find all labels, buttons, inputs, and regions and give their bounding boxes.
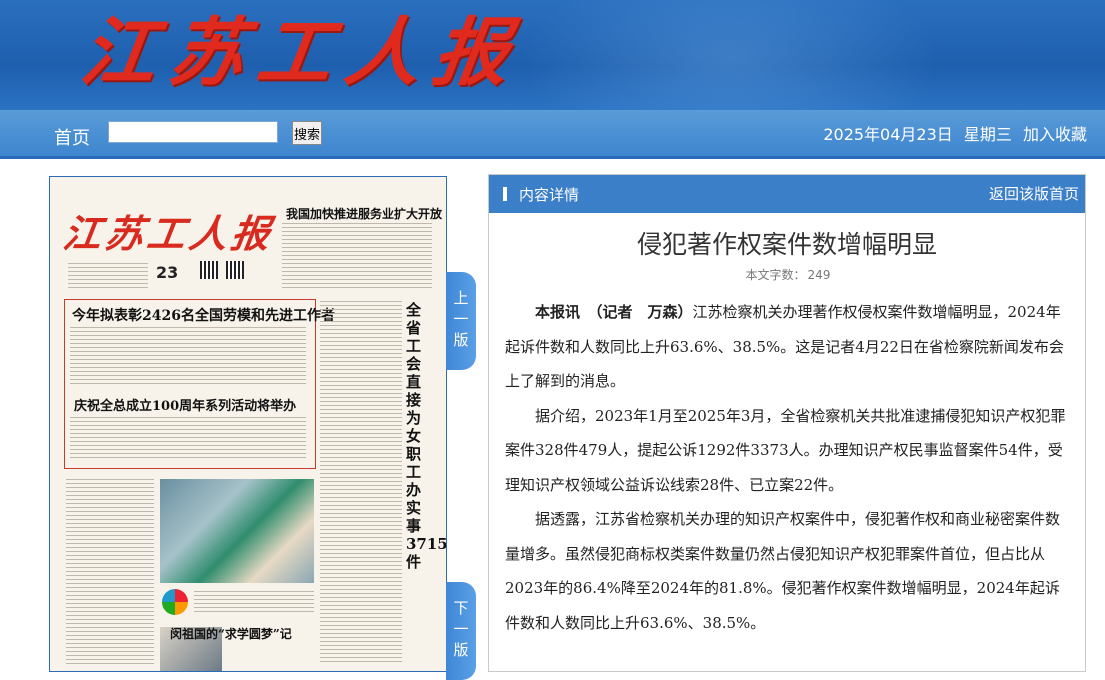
paper-page-number: 23 [156, 263, 179, 282]
article-body: 本报讯 （记者 万森）江苏检察机关办理著作权侵权案件数增幅明显，2024年起诉件… [505, 295, 1071, 640]
site-header: 江苏工人报 [0, 0, 1105, 110]
paper-text-block [68, 263, 148, 289]
paper-photo [160, 479, 314, 583]
nav-home-link[interactable]: 首页 [54, 124, 90, 150]
word-count-value: 249 [807, 268, 831, 282]
newspaper-page-thumbnail[interactable]: 江苏工人报 23 我国加快推进服务业扩大开放 今年拟表彰2426名全国劳模和先进… [49, 176, 447, 672]
article-paragraph: 据介绍，2023年1月至2025年3月，全省检察机关共批准逮捕侵犯知识产权犯罪案… [505, 406, 1066, 494]
paper-logo: 江苏工人报 [60, 211, 277, 256]
paper-text-block [66, 479, 154, 667]
add-favorite-link[interactable]: 加入收藏 [1023, 125, 1087, 144]
paper-headline[interactable]: 闵祖国的“求学圆梦”记 [170, 625, 292, 642]
article-paragraph: 据透露，江苏省检察机关办理的知识产权案件中，侵犯著作权和商业秘密案件数量增多。虽… [505, 510, 1061, 632]
prev-page-tab[interactable]: 上一版 [446, 272, 476, 370]
qr-code-icon [226, 261, 244, 279]
date-area: 2025年04月23日 星期三 加入收藏 [817, 121, 1087, 145]
paper-text-block [194, 591, 314, 615]
nav-bar: 首页 搜索 2025年04月23日 星期三 加入收藏 [0, 110, 1105, 159]
paper-headline[interactable]: 今年拟表彰2426名全国劳模和先进工作者 [72, 305, 335, 325]
search-input[interactable] [108, 121, 278, 143]
paper-headline[interactable]: 我国加快推进服务业扩大开放 [286, 205, 442, 222]
header-bar-marker [503, 187, 507, 201]
article-paragraph: 本报讯 （记者 万森）江苏检察机关办理著作权侵权案件数增幅明显，2024年起诉件… [505, 295, 1071, 399]
word-count-label: 本文字数： [745, 268, 806, 282]
paper-text-block [70, 417, 306, 461]
current-date: 2025年04月23日 [823, 125, 953, 144]
next-page-tab[interactable]: 下一版 [446, 582, 476, 680]
current-weekday: 星期三 [963, 125, 1012, 144]
article-lead: 本报讯 （记者 万森） [535, 303, 693, 321]
paper-text-block [320, 301, 402, 665]
section-title: 内容详情 [519, 186, 580, 204]
back-to-page-link[interactable]: 返回该版首页 [989, 183, 1079, 204]
header-glow [520, 0, 940, 110]
paper-vertical-headline[interactable]: 全省工会直接为女职工办实事3715件 [406, 301, 446, 571]
paper-text-block [70, 327, 306, 385]
article-title: 侵犯著作权案件数增幅明显 [636, 230, 937, 259]
word-count: 本文字数： 249 [489, 266, 1085, 283]
paper-headline[interactable]: 庆祝全总成立100周年系列活动将举办 [74, 395, 296, 414]
anniversary-logo-icon [162, 589, 188, 615]
site-logo[interactable]: 江苏工人报 [76, 8, 529, 98]
article-panel-header: 内容详情 返回该版首页 [489, 175, 1085, 213]
paper-text-block [282, 223, 432, 289]
article-panel: 内容详情 返回该版首页 侵犯著作权案件数增幅明显 本文字数： 249 本报讯 （记… [488, 174, 1086, 672]
search-button[interactable]: 搜索 [292, 121, 322, 145]
qr-code-icon [200, 261, 218, 279]
